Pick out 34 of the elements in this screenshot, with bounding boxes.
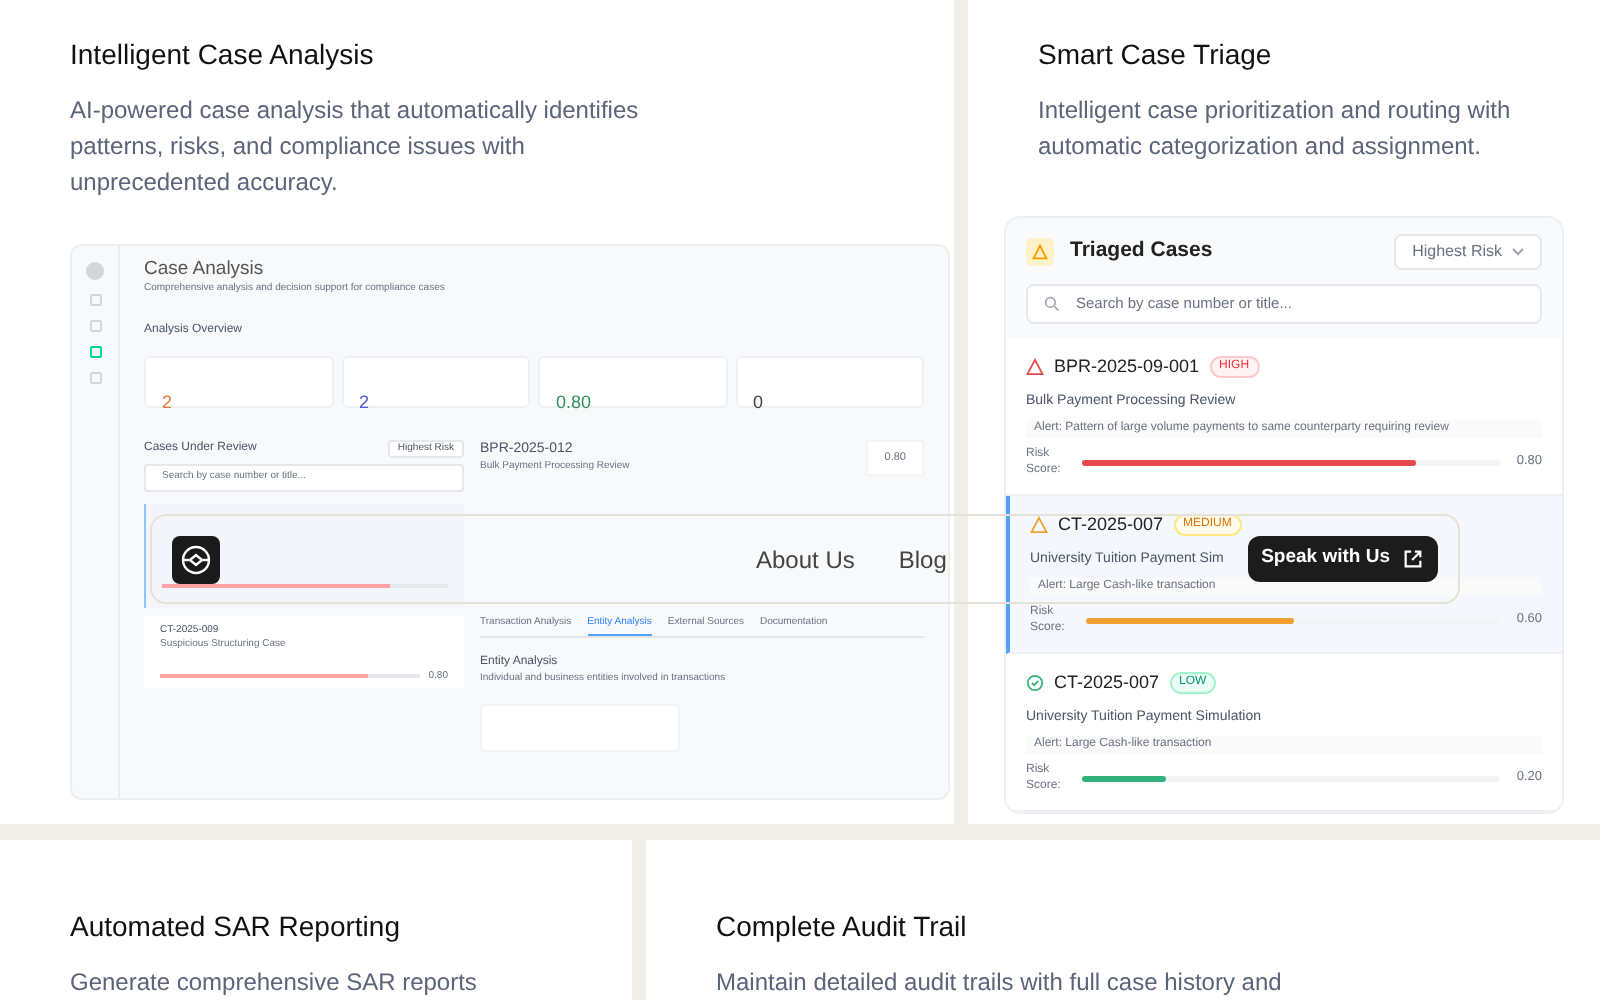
- warning-icon: [1030, 516, 1048, 535]
- speak-with-us-button[interactable]: Speak with Us: [1247, 536, 1438, 582]
- case-id: BPR-2025-09-001: [1054, 354, 1200, 380]
- feature-title: Intelligent Case Analysis: [70, 36, 376, 72]
- feature-title: Complete Audit Trail: [716, 908, 969, 944]
- logo-icon: [86, 262, 104, 280]
- feature-description: Maintain detailed audit trails with full case history and: [716, 966, 1284, 1000]
- stat-value: 2: [359, 391, 370, 411]
- feature-description: Generate comprehensive SAR reports: [70, 966, 479, 1000]
- warning-icon: [1026, 238, 1054, 266]
- check-circle-icon: [1026, 674, 1044, 693]
- feature-description: Intelligent case prioritization and routing with automatic categorization and assignment.: [1038, 94, 1513, 164]
- case-id: CT-2025-007: [1058, 512, 1164, 538]
- nav-icon[interactable]: [89, 320, 101, 332]
- nav-icon[interactable]: [89, 346, 101, 358]
- feature-description: AI-powered case analysis that automatically identifies patterns, risks, and compliance issues with unprecedented accuracy.: [70, 94, 641, 200]
- nav-icon[interactable]: [89, 372, 101, 384]
- logo-icon[interactable]: [172, 535, 220, 583]
- sort-dropdown[interactable]: Highest Risk: [1394, 234, 1542, 270]
- nav-icon[interactable]: [89, 294, 101, 306]
- stat-value: 0.80: [556, 391, 592, 411]
- feature-title: Automated SAR Reporting: [70, 908, 402, 944]
- stat-value: 0: [753, 391, 764, 411]
- external-link-icon: [1402, 548, 1424, 570]
- warning-icon: [1026, 358, 1044, 377]
- nav-link[interactable]: About Us: [756, 541, 855, 577]
- feature-title: Smart Case Triage: [1038, 36, 1274, 72]
- chevron-down-icon: [1512, 248, 1524, 256]
- case-id: CT-2025-007: [1054, 670, 1160, 696]
- page-title: Case Analysis: [144, 258, 266, 282]
- stat-value: 2: [162, 391, 173, 411]
- nav-link[interactable]: Blog: [898, 541, 947, 577]
- panel-title: Triaged Cases: [1070, 236, 1213, 267]
- search-icon: [1044, 296, 1060, 312]
